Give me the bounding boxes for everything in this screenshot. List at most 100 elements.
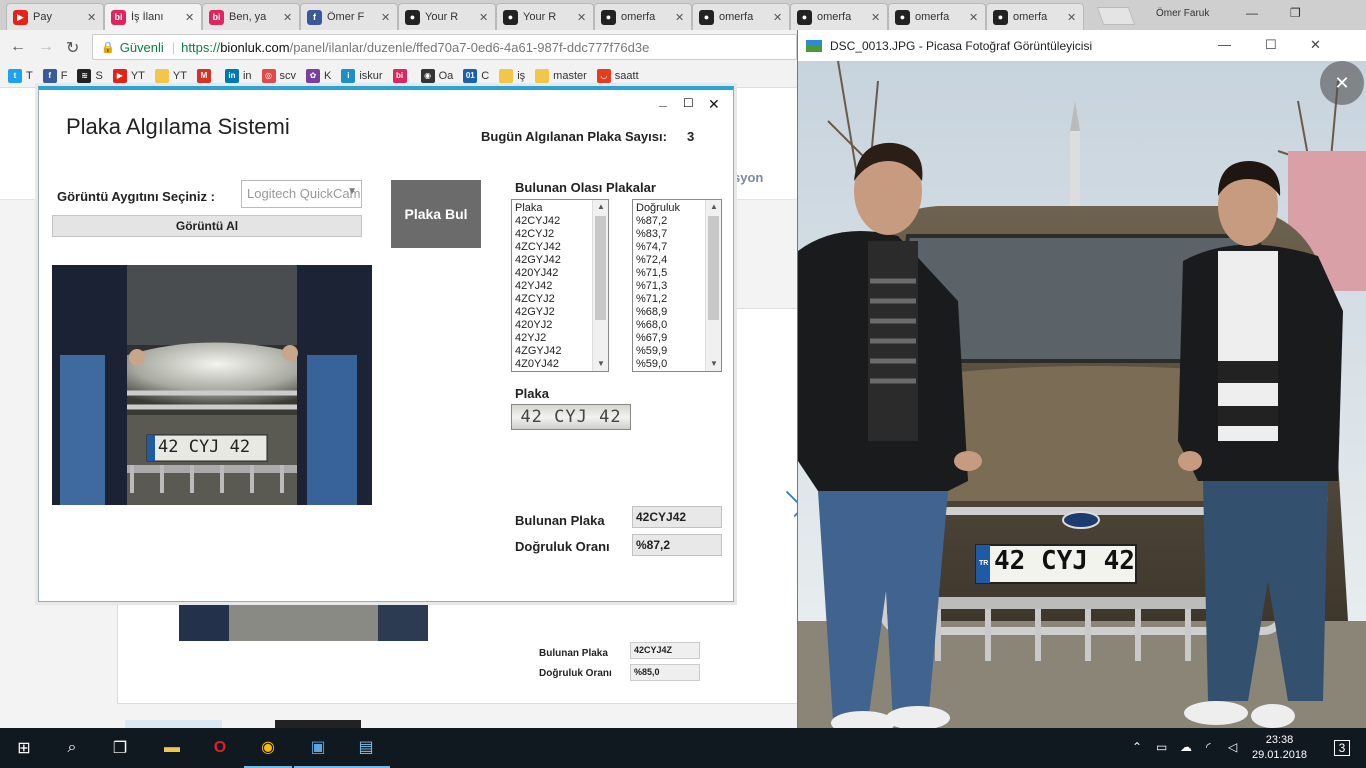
bookmark-item[interactable]: 01 C (463, 68, 489, 83)
scroll-thumb[interactable] (708, 216, 719, 320)
minimize-icon[interactable]: — (1218, 37, 1231, 52)
back-icon[interactable]: ← (10, 38, 26, 56)
picasa-taskbar-icon[interactable]: ▤ (342, 728, 390, 768)
close-icon[interactable]: ✕ (773, 11, 783, 24)
close-icon[interactable]: ✕ (283, 11, 293, 24)
browser-tab[interactable]: ● omerfa ✕ (790, 3, 888, 30)
new-tab-button[interactable] (1096, 7, 1136, 25)
bookmark-item[interactable]: master (535, 68, 587, 83)
list-item[interactable]: 42YJ2 (515, 332, 561, 345)
bookmark-item[interactable]: fF (42, 68, 67, 83)
list-item[interactable]: %68,9 (636, 306, 680, 319)
close-icon[interactable]: ✕ (1310, 37, 1321, 53)
bookmark-item[interactable]: ✿ K (306, 68, 331, 83)
chevron-up-icon[interactable]: ⌃ (1132, 740, 1142, 754)
browser-tab[interactable]: ● omerfa ✕ (594, 3, 692, 30)
list-item[interactable]: %71,3 (636, 280, 680, 293)
browser-tab[interactable]: ▶ Pay ✕ (6, 3, 104, 30)
list-item[interactable]: 4ZCYJ2 (515, 293, 561, 306)
profile-name[interactable]: Ömer Faruk (1156, 8, 1209, 19)
browser-tab[interactable]: ● Your R ✕ (398, 3, 496, 30)
list-item[interactable]: 4Z0YJ42 (515, 358, 561, 371)
chevron-down-icon[interactable]: ▼ (347, 186, 357, 197)
close-icon[interactable]: ✕ (381, 11, 391, 24)
list-item[interactable]: 420YJ42 (515, 267, 561, 280)
list-item[interactable]: 42GYJ2 (515, 306, 561, 319)
bookmark-item[interactable]: iş (499, 68, 525, 83)
bookmark-item[interactable]: M (196, 68, 215, 83)
close-icon[interactable]: ✕ (708, 96, 720, 113)
scroll-up-icon[interactable]: ▲ (593, 200, 608, 214)
list-item[interactable]: 42CYJ42 (515, 215, 561, 228)
list-item[interactable]: 420YJ2 (515, 319, 561, 332)
bookmark-item[interactable]: ≋ S (77, 68, 103, 83)
site-nav-item[interactable]: syon (733, 170, 763, 185)
bookmark-item[interactable]: tT (8, 68, 33, 83)
plate-candidates-list[interactable]: Plaka 42CYJ42 42CYJ2 4ZCYJ42 42GYJ42 420YJ42… (511, 199, 609, 372)
close-icon[interactable]: ✕ (577, 11, 587, 24)
list-item[interactable]: %74,7 (636, 241, 680, 254)
reload-icon[interactable]: ↻ (66, 38, 79, 58)
bookmark-item[interactable]: ▶ YT (112, 68, 145, 83)
chrome-icon[interactable]: ◉ (244, 728, 292, 768)
windows-start-icon[interactable]: ⊞ (0, 728, 48, 768)
bookmark-item[interactable]: bi (392, 68, 411, 83)
maximize-icon[interactable]: ☐ (683, 96, 694, 110)
find-plate-button[interactable]: Plaka Bul (391, 180, 481, 248)
list-item[interactable]: 42YJ42 (515, 280, 561, 293)
list-item[interactable]: %71,2 (636, 293, 680, 306)
notifications-icon[interactable]: 3 (1318, 728, 1366, 768)
browser-tab[interactable]: bi Ben, ya ✕ (202, 3, 300, 30)
address-bar[interactable]: 🔒 Güvenli | https:// bionluk.com /panel/… (92, 34, 797, 60)
cloud-icon[interactable]: ☁ (1180, 740, 1192, 754)
bookmark-item[interactable]: ◡ saatt (596, 68, 639, 83)
listing-thumbnail[interactable] (125, 720, 222, 728)
browser-tab[interactable]: ● omerfa ✕ (986, 3, 1084, 30)
close-icon[interactable]: ✕ (871, 11, 881, 24)
bookmark-item[interactable]: ◎ scv (261, 68, 296, 83)
restore-icon[interactable]: ❐ (1290, 6, 1301, 20)
list-item[interactable]: %83,7 (636, 228, 680, 241)
accuracy-list[interactable]: Doğruluk %87,2 %83,7 %74,7 %72,4 %71,5 %71,3%… (632, 199, 722, 372)
close-icon[interactable]: ✕ (1067, 11, 1077, 24)
list-item[interactable]: %68,0 (636, 319, 680, 332)
list-item[interactable]: %72,4 (636, 254, 680, 267)
forward-icon[interactable]: → (38, 38, 54, 56)
bookmark-item[interactable]: ◉ Oa (420, 68, 453, 83)
scrollbar[interactable]: ▲ ▼ (592, 200, 608, 371)
list-item[interactable]: 4ZGYJ42 (515, 345, 561, 358)
close-icon[interactable]: ✕ (479, 11, 489, 24)
maximize-icon[interactable]: ☐ (1265, 37, 1277, 53)
opera-icon[interactable]: O (196, 728, 244, 768)
browser-tab[interactable]: f Ömer F ✕ (300, 3, 398, 30)
scroll-down-icon[interactable]: ▼ (706, 357, 721, 371)
scroll-up-icon[interactable]: ▲ (706, 200, 721, 214)
scrollbar[interactable]: ▲ ▼ (705, 200, 721, 371)
browser-tab[interactable]: ● omerfa ✕ (888, 3, 986, 30)
close-icon[interactable]: ✕ (87, 11, 97, 24)
browser-tab[interactable]: ● Your R ✕ (496, 3, 594, 30)
close-icon[interactable]: ✕ (185, 11, 195, 24)
battery-icon[interactable]: ▭ (1156, 740, 1167, 754)
search-icon[interactable]: ⌕ (48, 728, 96, 768)
task-view-icon[interactable]: ❐ (96, 728, 144, 768)
capture-image-button[interactable]: Görüntü Al (52, 215, 362, 237)
list-item[interactable]: %87,2 (636, 215, 680, 228)
close-icon[interactable]: ✕ (969, 11, 979, 24)
device-select[interactable]: Logitech QuickCam ▼ (241, 180, 362, 208)
list-item[interactable]: 4ZCYJ42 (515, 241, 561, 254)
close-icon[interactable]: ✕ (675, 11, 685, 24)
wifi-icon[interactable]: ◜ (1206, 740, 1211, 754)
plate-app-icon[interactable]: ▣ (294, 728, 342, 768)
bookmark-item[interactable]: in in (224, 68, 252, 83)
minimize-icon[interactable]: — (1246, 6, 1258, 20)
list-item[interactable]: %67,9 (636, 332, 680, 345)
bookmark-item[interactable]: i iskur (341, 68, 383, 83)
list-item[interactable]: %59,9 (636, 345, 680, 358)
clock[interactable]: 23:38 29.01.2018 (1252, 733, 1307, 763)
close-icon[interactable]: ✕ (1320, 61, 1364, 105)
list-item[interactable]: %71,5 (636, 267, 680, 280)
list-item[interactable]: %59,0 (636, 358, 680, 371)
minimize-icon[interactable]: _ (659, 92, 667, 108)
browser-tab[interactable]: ● omerfa ✕ (692, 3, 790, 30)
